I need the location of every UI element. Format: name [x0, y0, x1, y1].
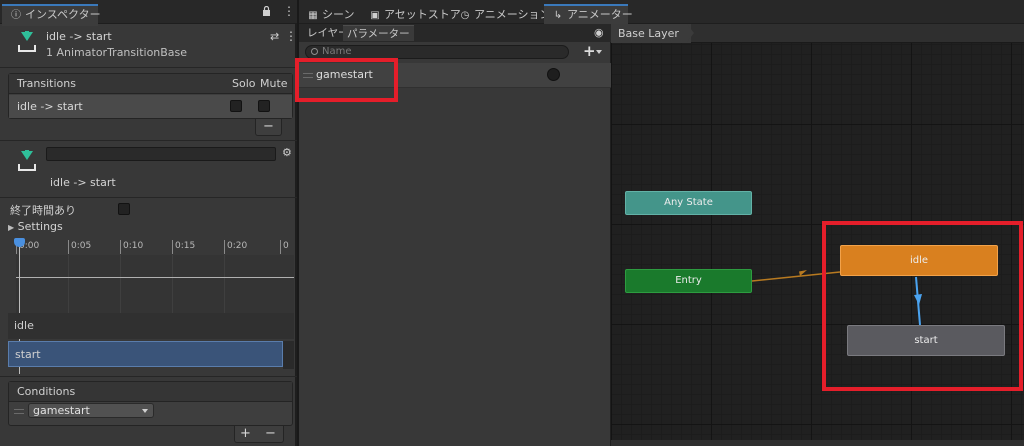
divider — [0, 140, 297, 141]
transitions-list: Transitions Solo Mute idle -> start — [8, 73, 293, 119]
selection-title: idle -> start — [46, 30, 112, 43]
tab-animator-label: アニメーター — [567, 8, 633, 21]
ruler-tick: 0:10 — [120, 240, 143, 254]
divider — [0, 197, 297, 198]
transition-row-label: idle -> start — [17, 100, 83, 113]
animator-tabbar: ▦ シーン ▣ アセットストア ◷ アニメーション ↳ アニメーター — [299, 0, 1024, 26]
grid-line — [68, 255, 69, 315]
tab-inspector[interactable]: ⓘ インスペクター — [2, 4, 101, 26]
conditions-header-label: Conditions — [17, 385, 76, 398]
inspector-tabbar: ⓘ インスペクター ⋮ — [0, 0, 297, 26]
timeline-bar-end — [283, 341, 294, 369]
settings-foldout[interactable]: ▶ Settings — [8, 220, 63, 233]
tab-animator[interactable]: ↳ アニメーター — [544, 4, 633, 26]
chevron-down-icon — [142, 409, 148, 413]
mute-column-label: Mute — [260, 77, 288, 90]
grid-line — [120, 255, 121, 315]
conditions-footer: + − — [234, 426, 284, 443]
transitions-header: Transitions Solo Mute — [9, 74, 292, 94]
tab-inspector-label: インスペクター — [25, 8, 101, 21]
trigger-radio[interactable] — [547, 68, 560, 81]
animator-icon: ↳ — [553, 10, 563, 21]
tab-scene[interactable]: ▦ シーン — [299, 4, 362, 26]
state-machine-graph[interactable]: Base Layer Any State Entry idle start — [611, 24, 1024, 446]
preset-settings-icon[interactable]: ⇄ — [270, 30, 279, 43]
animator-window: ▦ シーン ▣ アセットストア ◷ アニメーション ↳ アニメーター レイヤー パラメー… — [295, 0, 1024, 446]
info-icon: ⓘ — [11, 10, 21, 21]
remove-transition-button[interactable]: − — [255, 119, 282, 136]
highlight-box — [822, 221, 1023, 391]
selection-subtitle: 1 AnimatorTransitionBase — [46, 46, 188, 59]
highlight-box — [295, 58, 398, 102]
has-exit-time-checkbox[interactable] — [118, 203, 130, 215]
tab-animation-label: アニメーション — [474, 8, 551, 21]
solo-column-label: Solo — [232, 77, 256, 90]
transition-name-field[interactable] — [46, 147, 276, 161]
eye-icon[interactable]: ◉ — [594, 26, 604, 39]
solo-checkbox[interactable] — [230, 100, 242, 112]
has-exit-time-label: 終了時間あり — [10, 204, 76, 217]
settings-label: Settings — [17, 220, 63, 233]
timeline-track — [16, 255, 294, 315]
timeline-ruler: 0:00 0:05 0:10 0:15 0:20 0 — [16, 238, 294, 255]
tab-animation[interactable]: ◷ アニメーション — [451, 4, 559, 26]
more-icon[interactable]: ⋮ — [285, 29, 297, 43]
grid-line — [224, 255, 225, 315]
divider — [0, 67, 297, 68]
transitions-header-label: Transitions — [17, 77, 76, 90]
foldout-arrow-icon: ▶ — [8, 223, 15, 232]
graph-bottom-bar — [611, 440, 1024, 446]
inspector-panel: ⓘ インスペクター ⋮ idle -> start 1 AnimatorTrans… — [0, 0, 297, 446]
state-entry[interactable]: Entry — [625, 269, 752, 293]
add-condition-button[interactable]: + — [240, 426, 251, 441]
ruler-tick: 0 — [280, 240, 289, 254]
drag-handle-icon[interactable] — [14, 409, 24, 414]
tab-parameters[interactable]: パラメーター — [343, 25, 414, 41]
timeline-state-start-label: start — [15, 348, 41, 361]
condition-parameter-value: gamestart — [33, 404, 90, 417]
gear-icon[interactable]: ⚙ — [282, 146, 292, 159]
transition-name-label: idle -> start — [50, 176, 116, 189]
ruler-tick: 0:05 — [68, 240, 91, 254]
chevron-down-icon[interactable] — [596, 50, 602, 54]
divider — [0, 376, 297, 377]
tab-scene-label: シーン — [322, 8, 355, 21]
tab-asset-store-label: アセットストア — [384, 8, 461, 21]
search-input[interactable]: Name — [305, 45, 569, 59]
search-placeholder: Name — [322, 46, 352, 57]
lock-icon[interactable] — [262, 5, 271, 16]
timeline-state-idle[interactable]: idle — [8, 313, 294, 339]
ruler-tick: 0:15 — [172, 240, 195, 254]
animator-subtabs: レイヤー パラメーター ◉ — [299, 24, 611, 42]
conditions-header: Conditions — [9, 382, 292, 402]
playhead-handle-icon[interactable] — [14, 238, 25, 247]
transition-icon — [16, 31, 38, 53]
state-any-state[interactable]: Any State — [625, 191, 752, 215]
timeline-state-idle-label: idle — [14, 319, 34, 332]
mute-checkbox[interactable] — [258, 100, 270, 112]
blend-curve — [16, 277, 294, 278]
timeline-state-start[interactable]: start — [8, 341, 283, 367]
transition-icon — [16, 150, 38, 172]
add-parameter-button[interactable]: + — [583, 43, 596, 59]
search-icon — [311, 48, 318, 55]
transition-row[interactable]: idle -> start — [9, 95, 292, 118]
condition-parameter-dropdown[interactable]: gamestart — [28, 403, 154, 418]
grid-line — [172, 255, 173, 315]
kebab-menu-icon[interactable]: ⋮ — [283, 4, 295, 18]
parameters-panel: Name + gamestart — [295, 42, 611, 446]
remove-condition-button[interactable]: − — [265, 426, 276, 441]
ruler-tick: 0:20 — [224, 240, 247, 254]
